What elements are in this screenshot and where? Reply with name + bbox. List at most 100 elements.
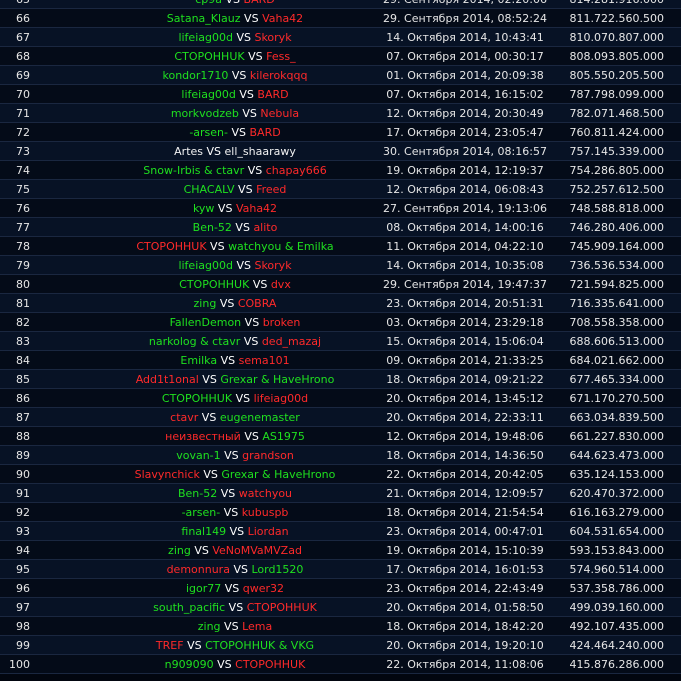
match-value: 752.257.612.500 [569, 183, 664, 196]
player-left-link[interactable]: Satana_Klauz [167, 12, 241, 25]
player-left-link[interactable]: Ben-52 [193, 221, 232, 234]
player-left-link[interactable]: zing [194, 297, 217, 310]
table-row: 83 narkolog & ctavr VS ded_mazaj 15. Октяб… [0, 332, 681, 351]
player-right-link[interactable]: qwer32 [243, 582, 284, 595]
player-left-link[interactable]: СТОРОННUK [179, 278, 249, 291]
player-left-link[interactable]: n909090 [165, 658, 214, 671]
player-left-link[interactable]: zing [198, 620, 221, 633]
player-right-link[interactable]: Freed [256, 183, 286, 196]
player-left-link[interactable]: CHACALV [184, 183, 235, 196]
player-left-link[interactable]: lifeiag00d [178, 31, 233, 44]
player-right-link[interactable]: broken [263, 316, 301, 329]
player-left-link[interactable]: СТОРОННUK [136, 240, 206, 253]
player-right-link[interactable]: ded_mazaj [262, 335, 321, 348]
match-value: 760.811.424.000 [569, 126, 664, 139]
player-left-link[interactable]: Artes [174, 145, 203, 158]
vs-label: VS [244, 316, 260, 329]
rank-number: 67 [16, 31, 30, 44]
player-left-link[interactable]: Emilka [180, 354, 217, 367]
player-left-link[interactable]: -arsen- [189, 126, 228, 139]
player-right-link[interactable]: Nebula [260, 107, 299, 120]
player-right-link[interactable]: Liordan [248, 525, 289, 538]
player-left-link[interactable]: Add1t1onal [136, 373, 199, 386]
player-right-link[interactable]: СТОРОННUK & VKG [205, 639, 314, 652]
player-left-link[interactable]: morkvodzeb [171, 107, 239, 120]
player-left-link[interactable]: lifeiag00d [181, 88, 236, 101]
match-date: 17. Октября 2014, 23:05:47 [386, 126, 544, 139]
player-right-link[interactable]: AS1975 [262, 430, 305, 443]
match-date: 20. Октября 2014, 22:33:11 [386, 411, 544, 424]
player-left-link[interactable]: неизвестный [165, 430, 241, 443]
player-right-link[interactable]: Lord1520 [251, 563, 303, 576]
match-date: 08. Октября 2014, 14:00:16 [386, 221, 544, 234]
player-left-link[interactable]: lifeiag00d [178, 259, 233, 272]
player-left-link[interactable]: Slavynchick [135, 468, 200, 481]
vs-label: VS [201, 411, 217, 424]
vs-label: VS [224, 582, 240, 595]
match-date: 01. Октября 2014, 20:09:38 [386, 69, 544, 82]
vs-label: VS [231, 126, 246, 139]
player-left-link[interactable]: vovan-1 [176, 449, 220, 462]
player-left-link[interactable]: igor77 [186, 582, 221, 595]
player-left-link[interactable]: ctavr [170, 411, 198, 424]
player-right-link[interactable]: ell_shaarawy [225, 145, 296, 158]
match-value: 757.145.339.000 [569, 145, 664, 158]
player-right-link[interactable]: Vaha42 [236, 202, 277, 215]
player-left-link[interactable]: -arsen- [182, 506, 221, 519]
player-right-link[interactable]: sema101 [239, 354, 290, 367]
player-right-link[interactable]: Grexar & HaveHrono [221, 468, 335, 481]
table-row: 82 FallenDemon VS broken 03. Октября 2014,… [0, 313, 681, 332]
match-date: 23. Октября 2014, 22:43:49 [386, 582, 544, 595]
player-right-link[interactable]: kubuspb [242, 506, 289, 519]
table-row: 80 СТОРОННUK VS dvx 29. Сентября 2014, 19:… [0, 275, 681, 294]
player-left-link[interactable]: zing [168, 544, 191, 557]
player-right-link[interactable]: BARD [257, 88, 288, 101]
player-right-link[interactable]: VeNoMVaMVZad [212, 544, 302, 557]
player-right-link[interactable]: kilerokqqq [250, 69, 308, 82]
player-left-link[interactable]: narkolog & ctavr [149, 335, 240, 348]
player-right-link[interactable]: grandson [242, 449, 294, 462]
player-right-link[interactable]: СТОРОННUK [235, 658, 305, 671]
player-left-link[interactable]: СТОРОННUK [174, 50, 244, 63]
table-row: 86 СТОРОННUK VS lifeiag00d 20. Октября 201… [0, 389, 681, 408]
player-left-link[interactable]: south_pacific [153, 601, 225, 614]
vs-label: VS [187, 639, 202, 652]
player-left-link[interactable]: kyw [193, 202, 214, 215]
player-right-link[interactable]: watchyou & Emilka [228, 240, 334, 253]
rank-number: 82 [16, 316, 30, 329]
player-left-link[interactable]: Snow-Irbis & ctavr [143, 164, 244, 177]
table-row: 69 kondor1710 VS kilerokqqq 01. Октября 20… [0, 66, 681, 85]
player-right-link[interactable]: alito [253, 221, 277, 234]
player-left-link[interactable]: demonnura [167, 563, 230, 576]
player-left-link[interactable]: TREF [156, 639, 184, 652]
player-right-link[interactable]: COBRA [238, 297, 277, 310]
player-left-link[interactable]: FallenDemon [170, 316, 242, 329]
player-right-link[interactable]: Fess_ [266, 50, 295, 63]
player-right-link[interactable]: Skoryk [254, 31, 291, 44]
match-value: 616.163.279.000 [569, 506, 664, 519]
player-right-link[interactable]: eugenemaster [220, 411, 300, 424]
match-date: 21. Октября 2014, 12:09:57 [386, 487, 544, 500]
player-left-link[interactable]: cp9a [195, 0, 222, 6]
player-right-link[interactable]: lifeiag00d [254, 392, 309, 405]
player-right-link[interactable]: dvx [271, 278, 291, 291]
vs-label: VS [226, 0, 241, 6]
player-right-link[interactable]: Skoryk [254, 259, 291, 272]
player-left-link[interactable]: final149 [181, 525, 226, 538]
match-date: 20. Октября 2014, 19:20:10 [386, 639, 544, 652]
player-right-link[interactable]: chapay666 [266, 164, 327, 177]
player-left-link[interactable]: Ben-52 [178, 487, 217, 500]
player-right-link[interactable]: СТОРОННUK [247, 601, 317, 614]
rank-number: 78 [16, 240, 30, 253]
player-right-link[interactable]: Grexar & HaveHrono [220, 373, 334, 386]
player-left-link[interactable]: СТОРОННUK [162, 392, 232, 405]
player-right-link[interactable]: BARD [244, 0, 275, 6]
vs-label: VS [228, 601, 244, 614]
player-right-link[interactable]: watchyou [239, 487, 292, 500]
rank-number: 97 [16, 601, 30, 614]
player-right-link[interactable]: Vaha42 [262, 12, 303, 25]
match-date: 12. Октября 2014, 19:48:06 [386, 430, 544, 443]
player-right-link[interactable]: Lema [242, 620, 272, 633]
player-left-link[interactable]: kondor1710 [162, 69, 228, 82]
player-right-link[interactable]: BARD [250, 126, 281, 139]
